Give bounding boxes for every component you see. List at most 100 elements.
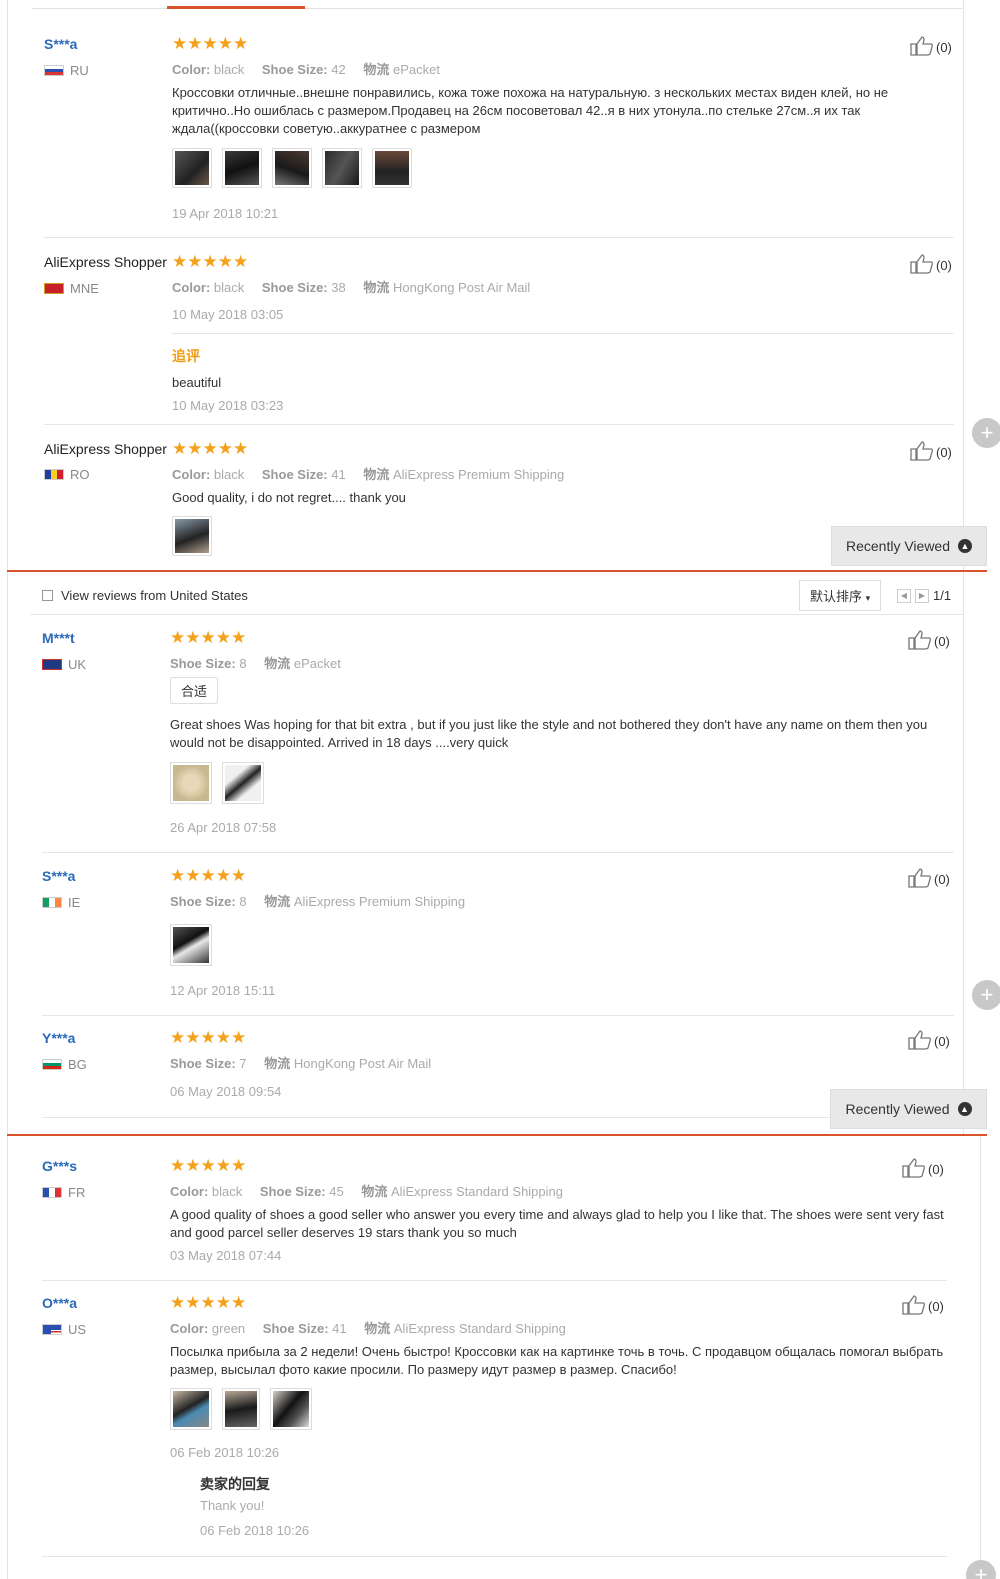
review-photo[interactable] xyxy=(170,924,212,966)
attr-label-size: Shoe Size: xyxy=(170,894,236,909)
attr-value-shipping: AliExpress Standard Shipping xyxy=(393,1321,566,1336)
recently-viewed-button[interactable]: Recently Viewed ▲ xyxy=(831,526,987,566)
reviewer-country: RO xyxy=(44,467,90,482)
thumbs-up-icon xyxy=(902,1295,926,1318)
like-button[interactable]: (0) xyxy=(908,630,950,653)
review-photos xyxy=(170,762,264,804)
scroll-top-icon[interactable]: + xyxy=(966,1560,996,1579)
recently-viewed-label: Recently Viewed xyxy=(845,538,951,554)
sort-dropdown[interactable]: 默认排序 ▾ xyxy=(799,580,882,611)
flag-bg-icon xyxy=(42,1059,62,1070)
like-count: (0) xyxy=(936,40,952,55)
attr-value-color: green xyxy=(211,1321,246,1336)
review-photos xyxy=(172,516,212,556)
attr-label-size: Shoe Size: xyxy=(170,656,236,671)
review-date: 06 Feb 2018 10:26 xyxy=(170,1445,280,1460)
country-code: US xyxy=(68,1322,87,1337)
like-button[interactable]: (0) xyxy=(902,1158,944,1181)
review-photo[interactable] xyxy=(170,762,212,804)
reviewer-name[interactable]: AliExpress Shopper xyxy=(44,441,167,457)
review-photo[interactable] xyxy=(322,148,362,188)
review-photo[interactable] xyxy=(170,1388,212,1430)
attr-label-size: Shoe Size: xyxy=(259,1184,326,1199)
filter-label: View reviews from United States xyxy=(61,588,248,603)
recently-viewed-button[interactable]: Recently Viewed ▲ xyxy=(830,1089,987,1129)
review-text: Good quality, i do not regret.... thank … xyxy=(172,490,406,505)
panel-left-border xyxy=(7,0,8,570)
review-photo[interactable] xyxy=(272,148,312,188)
review-divider xyxy=(44,424,954,425)
like-button[interactable]: (0) xyxy=(910,254,952,277)
attr-label-logistics: 物流 xyxy=(363,467,390,482)
next-page-icon[interactable]: ▶ xyxy=(915,588,929,603)
followup-divider xyxy=(172,333,954,334)
star-rating: ★★★★★ xyxy=(170,1293,247,1312)
thumbs-up-icon xyxy=(910,441,934,464)
country-code: BG xyxy=(68,1057,87,1072)
country-code: MNE xyxy=(70,281,99,296)
followup-text: beautiful xyxy=(172,375,222,390)
attr-value-size: 38 xyxy=(331,280,346,295)
reviewer-name[interactable]: G***s xyxy=(42,1158,77,1174)
review-photo[interactable] xyxy=(222,762,264,804)
reviewer-name[interactable]: AliExpress Shopper xyxy=(44,254,167,270)
attr-label-logistics: 物流 xyxy=(264,894,291,909)
reviewer-name[interactable]: M***t xyxy=(42,630,75,646)
review-photo[interactable] xyxy=(270,1388,312,1430)
attr-label-logistics: 物流 xyxy=(363,62,390,77)
like-button[interactable]: (0) xyxy=(910,36,952,59)
order-attributes: Color: black Shoe Size: 38 物流 HongKong P… xyxy=(172,277,544,296)
review-date: 06 May 2018 09:54 xyxy=(170,1084,282,1099)
flag-ru-icon xyxy=(44,65,64,76)
review-date: 10 May 2018 03:05 xyxy=(172,307,284,322)
like-button[interactable]: (0) xyxy=(902,1295,944,1318)
star-rating: ★★★★★ xyxy=(172,34,249,53)
review-panel-1: S***a RU ★★★★★ Color: black Shoe Size: 4… xyxy=(0,0,1000,570)
chevron-up-icon: ▲ xyxy=(958,539,973,553)
prev-page-icon[interactable]: ◀ xyxy=(897,588,911,603)
page-indicator: 1/1 xyxy=(933,588,952,603)
review-photo[interactable] xyxy=(372,148,412,188)
attr-value-shipping: AliExpress Premium Shipping xyxy=(393,467,565,482)
like-button[interactable]: (0) xyxy=(910,441,952,464)
seller-reply-title: 卖家的回复 xyxy=(200,1476,270,1492)
filter-checkbox[interactable] xyxy=(42,590,53,601)
review-photos xyxy=(170,924,212,966)
panel-left-border xyxy=(7,1136,8,1579)
country-filter[interactable]: View reviews from United States xyxy=(42,588,248,603)
like-count: (0) xyxy=(934,872,950,887)
star-rating: ★★★★★ xyxy=(172,252,249,271)
like-button[interactable]: (0) xyxy=(908,868,950,891)
country-code: IE xyxy=(68,895,81,910)
review-photo[interactable] xyxy=(222,148,262,188)
reviewer-country: US xyxy=(42,1322,86,1337)
review-photo[interactable] xyxy=(172,516,212,556)
review-photos xyxy=(172,148,412,188)
review-panel-2: View reviews from United States 默认排序 ▾ ◀… xyxy=(0,572,1000,1134)
reviewer-country: UK xyxy=(42,657,86,672)
reviewer-country: FR xyxy=(42,1185,85,1200)
order-attributes: Color: black Shoe Size: 42 物流 ePacket xyxy=(172,59,454,78)
reviewer-name[interactable]: S***a xyxy=(42,868,75,884)
scroll-top-icon[interactable]: + xyxy=(972,980,1000,1010)
like-count: (0) xyxy=(928,1299,944,1314)
order-attributes: Shoe Size: 7 物流 HongKong Post Air Mail xyxy=(170,1053,445,1072)
attr-label-logistics: 物流 xyxy=(364,1321,391,1336)
reviewer-name[interactable]: Y***a xyxy=(42,1030,75,1046)
like-button[interactable]: (0) xyxy=(908,1030,950,1053)
flag-ie-icon xyxy=(42,897,62,908)
reviewer-country: IE xyxy=(42,895,80,910)
thumbs-up-icon xyxy=(910,254,934,277)
reviewer-name[interactable]: S***a xyxy=(44,36,77,52)
review-divider xyxy=(42,1117,954,1118)
review-photo[interactable] xyxy=(172,148,212,188)
star-rating: ★★★★★ xyxy=(172,439,249,458)
attr-label-size: Shoe Size: xyxy=(262,1321,329,1336)
review-divider xyxy=(42,852,954,853)
country-code: FR xyxy=(68,1185,86,1200)
country-code: UK xyxy=(68,657,87,672)
reviewer-name[interactable]: O***a xyxy=(42,1295,77,1311)
scroll-top-icon[interactable]: + xyxy=(972,418,1000,448)
star-rating: ★★★★★ xyxy=(170,628,247,647)
review-photo[interactable] xyxy=(222,1388,260,1430)
